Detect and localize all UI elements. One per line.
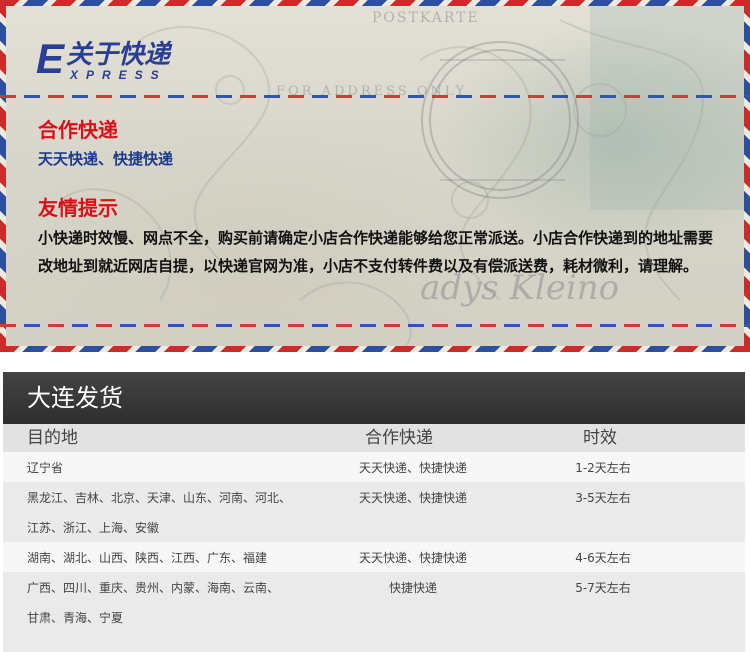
table-row: 黑龙江、吉林、北京、天津、山东、河南、河北、 江苏、浙江、上海、安徽 天天快递、… [3,482,745,542]
row-destination: 湖南、湖北、山西、陕西、江西、广东、福建 [27,551,268,565]
row-courier: 快捷快递 [388,581,437,595]
table-row: 湖南、湖北、山西、陕西、江西、广东、福建 天天快递、快捷快递 4-6天左右 [3,542,745,572]
dashed-divider-bottom [0,324,750,327]
logo-subtitle: XPRESS [70,68,167,82]
notice-heading: 友情提示 [38,196,118,220]
row-time: 4-6天左右 [575,551,631,565]
airmail-border-left [0,0,6,352]
row-time: 5-7天左右 [575,581,631,595]
airmail-border-bottom [0,346,750,352]
dashed-divider-top [0,95,750,98]
postmark-text: POSTKARTE [372,10,480,26]
express-info-card: POSTKARTE FOR ADDRESS ONLY adys Kleino E… [0,0,750,352]
row-destination: 广西、四川、重庆、贵州、内蒙、海南、云南、 [27,581,280,595]
logo-letter: E [36,35,65,82]
row-time: 1-2天左右 [575,461,631,475]
partners-text: 天天快递、快捷快递 [38,150,174,168]
row-destination: 辽宁省 [27,461,64,475]
shipping-title: 大连发货 [27,384,123,412]
row-courier: 天天快递、快捷快递 [358,461,467,475]
table-row: 广西、四川、重庆、贵州、内蒙、海南、云南、 甘肃、青海、宁夏 快捷快递 5-7天… [3,572,745,652]
column-header-courier: 合作快递 [365,428,433,448]
row-courier: 天天快递、快捷快递 [358,551,467,565]
notice-text: 小快递时效慢、网点不全，购买前请确定小店合作快递能够给您正常派送。小店合作快递到… [38,229,714,275]
row-destination-cont: 甘肃、青海、宁夏 [27,611,124,625]
row-destination: 黑龙江、吉林、北京、天津、山东、河南、河北、 [27,491,292,505]
column-header-time: 时效 [583,428,617,448]
column-header-destination: 目的地 [27,428,78,448]
table-row: 辽宁省 天天快递、快捷快递 1-2天左右 [3,452,745,482]
shipping-header: 大连发货 [3,372,745,424]
table-header: 目的地 合作快递 时效 [3,424,745,452]
airmail-border-right [744,0,750,352]
row-destination-cont: 江苏、浙江、上海、安徽 [27,521,160,535]
airmail-border-top [0,0,750,6]
row-time: 3-5天左右 [575,491,631,505]
row-courier: 天天快递、快捷快递 [358,491,467,505]
logo-title: 关于快递 [66,40,171,70]
partners-heading: 合作快递 [38,118,118,142]
